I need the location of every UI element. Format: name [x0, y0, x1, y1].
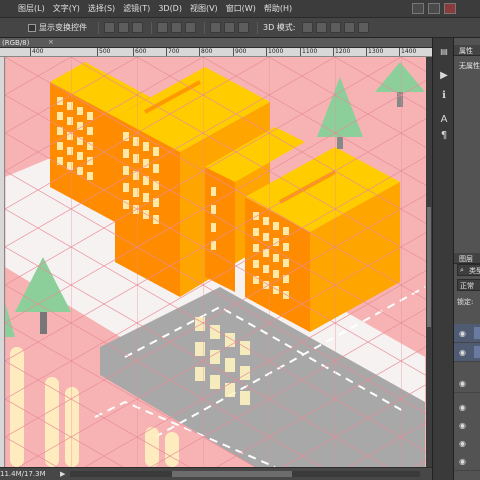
ruler-tick: 700	[166, 48, 180, 56]
show-transform-label: 显示变换控件	[39, 23, 87, 32]
visibility-eye-icon[interactable]: ◉	[459, 439, 466, 448]
ruler-tick: 1000	[266, 48, 284, 56]
right-panels: 属性 无属性 图层 ⌕ 类型 正常 锁定: ◉ ◉ ◉ ◉ ◉ ◉ ◉	[454, 38, 480, 480]
illustration	[5, 57, 426, 467]
visibility-eye-icon[interactable]: ◉	[459, 379, 466, 388]
3d-rotate-icon[interactable]	[301, 22, 313, 33]
3d-roll-icon[interactable]	[315, 22, 327, 33]
layer-row[interactable]: ◉	[454, 452, 480, 471]
align-left-icon[interactable]	[157, 22, 168, 33]
close-icon[interactable]: ×	[48, 38, 54, 46]
ruler-tick: 800	[199, 48, 213, 56]
separator	[204, 21, 205, 34]
horizontal-scrollbar[interactable]	[70, 471, 420, 477]
layer-kind-label: 类型	[469, 267, 480, 275]
document-tab[interactable]: (RGB/8) ×	[0, 38, 432, 48]
ruler-tick: 1100	[300, 48, 318, 56]
visibility-eye-icon[interactable]: ◉	[459, 403, 466, 412]
blend-mode-select[interactable]: 正常	[457, 279, 480, 291]
align-center-icon[interactable]	[171, 22, 182, 33]
panel-icon-strip: ▤ ▶ ℹ A ¶	[432, 38, 454, 480]
align-right-icon[interactable]	[185, 22, 196, 33]
3d-scale-icon[interactable]	[357, 22, 369, 33]
close-window-icon[interactable]	[444, 3, 456, 14]
3d-slide-icon[interactable]	[343, 22, 355, 33]
layer-row[interactable]: ◉	[454, 416, 480, 435]
menu-3d[interactable]: 3D(D)	[154, 4, 186, 13]
ruler-tick: 1300	[366, 48, 384, 56]
ruler-tick: 1400	[399, 48, 417, 56]
layer-thumbnail	[474, 327, 480, 339]
separator	[98, 21, 99, 34]
menu-layer[interactable]: 图层(L)	[14, 3, 49, 14]
ruler-tick: 1200	[333, 48, 351, 56]
menu-filter[interactable]: 滤镜(T)	[119, 3, 154, 14]
search-icon: ⌕	[460, 266, 464, 274]
document-size: 11.4M/17.3M	[0, 470, 46, 478]
ruler-tick: 600	[133, 48, 147, 56]
properties-empty-label: 无属性	[459, 62, 480, 70]
play-icon[interactable]: ▶	[438, 70, 450, 82]
visibility-eye-icon[interactable]: ◉	[459, 421, 466, 430]
vertical-scroll-thumb[interactable]	[427, 207, 431, 327]
minimize-icon[interactable]	[412, 3, 424, 14]
options-bar: 显示变换控件 3D 模式:	[0, 18, 480, 38]
menu-select[interactable]: 选择(S)	[84, 3, 119, 14]
3d-pan-icon[interactable]	[329, 22, 341, 33]
layer-row[interactable]: ◉	[454, 343, 480, 362]
separator	[151, 21, 152, 34]
layer-kind-filter[interactable]: ⌕ 类型	[457, 264, 480, 276]
document-tab-label: (RGB/8)	[2, 39, 30, 47]
ruler-tick: 900	[233, 48, 247, 56]
canvas[interactable]	[5, 57, 426, 467]
layer-row[interactable]: ◉	[454, 398, 480, 417]
history-icon[interactable]: ▤	[438, 46, 450, 58]
menu-view[interactable]: 视图(V)	[186, 3, 222, 14]
tab-layers[interactable]: 图层	[454, 253, 480, 264]
menu-help[interactable]: 帮助(H)	[260, 3, 296, 14]
blend-mode-value: 正常	[460, 282, 474, 290]
horizontal-scroll-thumb[interactable]	[172, 471, 292, 477]
menu-bar: 图层(L) 文字(Y) 选择(S) 滤镜(T) 3D(D) 视图(V) 窗口(W…	[0, 0, 480, 18]
align-bottom-icon[interactable]	[132, 22, 143, 33]
paragraph-icon[interactable]: ¶	[438, 130, 450, 142]
distribute-icon[interactable]	[238, 22, 249, 33]
menu-window[interactable]: 窗口(W)	[222, 3, 260, 14]
layer-row[interactable]: ◉	[454, 374, 480, 393]
tab-properties[interactable]: 属性	[454, 45, 480, 56]
show-transform-checkbox[interactable]	[28, 23, 36, 32]
maximize-icon[interactable]	[428, 3, 440, 14]
lock-label: 锁定:	[457, 298, 474, 306]
ruler-tick: 500	[97, 48, 111, 56]
menu-type[interactable]: 文字(Y)	[49, 3, 84, 14]
layer-row[interactable]: ◉	[454, 324, 480, 343]
separator	[257, 21, 258, 34]
visibility-eye-icon[interactable]: ◉	[459, 457, 466, 466]
distribute-icon[interactable]	[210, 22, 221, 33]
ruler-tick: 400	[30, 48, 44, 56]
status-menu-icon[interactable]: ▶	[60, 470, 65, 478]
distribute-icon[interactable]	[224, 22, 235, 33]
status-bar: 11.4M/17.3M ▶	[0, 467, 432, 480]
character-icon[interactable]: A	[438, 114, 450, 126]
layer-row[interactable]: ◉	[454, 434, 480, 453]
3d-mode-label: 3D 模式:	[263, 23, 296, 32]
info-icon[interactable]: ℹ	[438, 90, 450, 102]
align-top-icon[interactable]	[104, 22, 115, 33]
visibility-eye-icon[interactable]: ◉	[459, 348, 466, 357]
visibility-eye-icon[interactable]: ◉	[459, 329, 466, 338]
layer-thumbnail	[474, 346, 480, 358]
align-middle-icon[interactable]	[118, 22, 129, 33]
isometric-grid	[5, 57, 426, 467]
horizontal-ruler[interactable]: 400 500 600 700 800 900 1000 1100 1200 1…	[0, 48, 432, 57]
